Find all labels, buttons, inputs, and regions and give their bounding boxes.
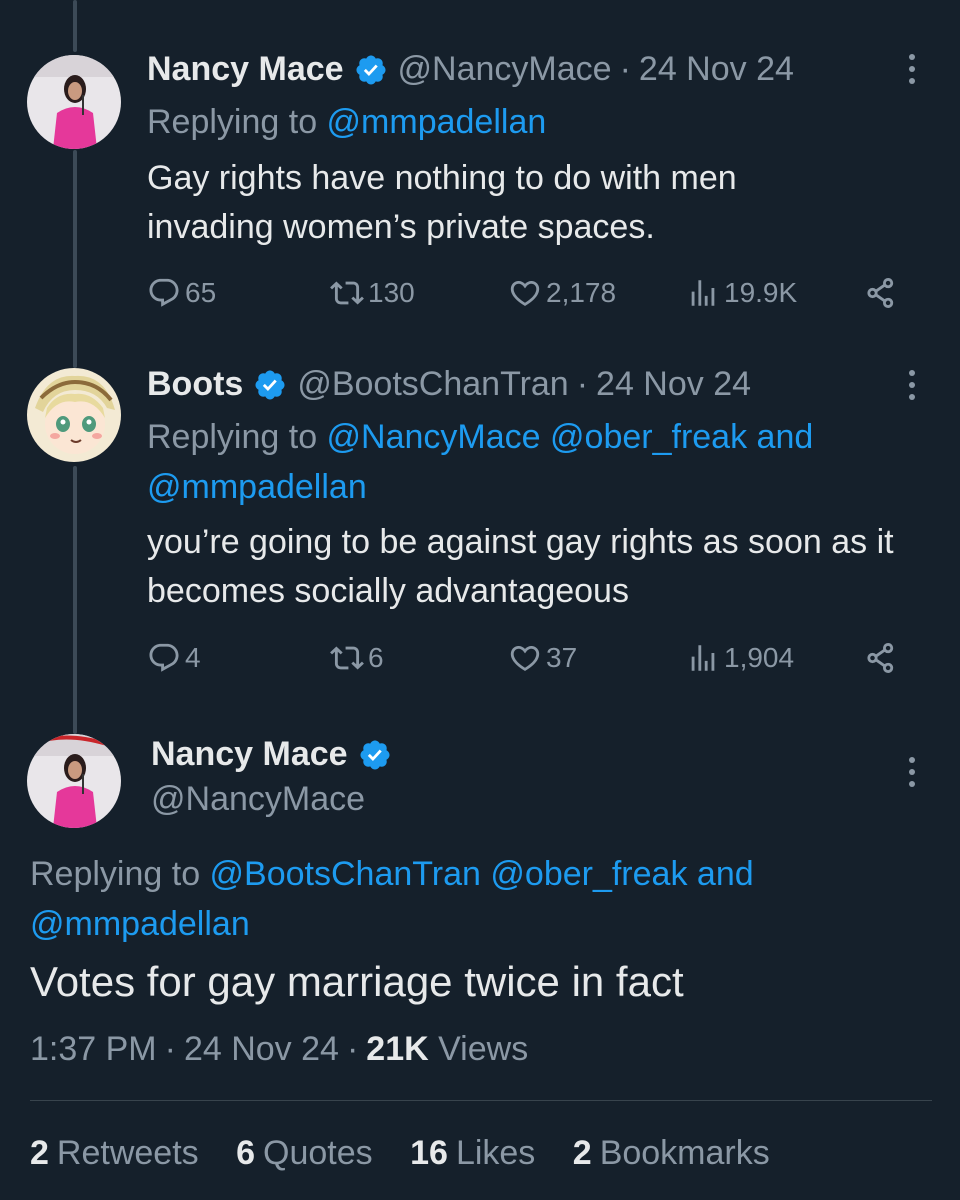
author-name[interactable]: Nancy Mace <box>147 50 344 89</box>
author-name[interactable]: Nancy Mace <box>151 735 348 774</box>
author-name[interactable]: Boots <box>147 365 243 404</box>
share-button[interactable] <box>864 276 902 310</box>
tweet-date[interactable]: 24 Nov 24 <box>639 50 794 89</box>
mention-link[interactable]: @mmpadellan <box>30 905 250 943</box>
share-button[interactable] <box>864 641 902 675</box>
tweet-text: Votes for gay marriage twice in fact <box>30 958 684 1005</box>
separator-dot: · <box>576 365 589 403</box>
author-handle[interactable]: @BootsChanTran <box>297 365 568 404</box>
retweet-count: 6 <box>368 642 384 673</box>
engagement-stats: 2 Retweets 6 Quotes 16 Likes 2 Bookmarks <box>30 1134 798 1173</box>
mention-and: and <box>756 418 814 456</box>
replying-to: Replying to @mmpadellan <box>147 103 547 141</box>
reply-count: 65 <box>185 277 217 308</box>
views-count: 21K <box>366 1030 429 1068</box>
thread-line-top <box>73 0 77 52</box>
mention-link[interactable]: @mmpadellan <box>327 103 547 141</box>
views-icon <box>691 645 715 671</box>
views-count: 19.9K <box>724 277 798 308</box>
share-icon <box>867 642 894 674</box>
thread-line-2 <box>73 466 77 734</box>
views-icon <box>691 280 715 306</box>
more-icon[interactable] <box>908 757 916 787</box>
quotes-stat[interactable]: 6 Quotes <box>236 1134 373 1172</box>
reply-count: 4 <box>185 642 201 673</box>
reply-button[interactable]: 4 <box>147 641 201 675</box>
views-button[interactable]: 19.9K <box>686 276 797 310</box>
more-icon[interactable] <box>908 370 916 400</box>
retweet-icon <box>330 646 364 670</box>
retweet-count: 130 <box>368 277 415 308</box>
verified-badge-icon <box>360 739 390 770</box>
tweet1-header: Nancy Mace @NancyMace · 24 Nov 24 <box>147 50 794 89</box>
verified-badge-icon <box>356 54 386 85</box>
more-icon[interactable] <box>908 54 916 84</box>
reply-icon <box>149 643 179 672</box>
reply-button[interactable]: 65 <box>147 276 216 310</box>
mention-link[interactable]: @BootsChanTran <box>210 855 481 893</box>
mention-link[interactable]: @NancyMace <box>327 418 541 456</box>
avatar-nancy-mace[interactable] <box>27 55 121 149</box>
author-handle[interactable]: @NancyMace <box>398 50 612 89</box>
mention-link[interactable]: @ober_freak <box>550 418 747 456</box>
like-count: 2,178 <box>546 277 617 308</box>
replying-to: Replying to @NancyMace @ober_freak and @m… <box>147 418 814 506</box>
verified-badge-icon <box>255 369 285 400</box>
mention-link[interactable]: @mmpadellan <box>147 468 367 506</box>
divider <box>30 1100 932 1101</box>
views-count: 1,904 <box>724 642 795 673</box>
share-icon <box>867 277 894 309</box>
like-count: 37 <box>546 642 578 673</box>
separator-dot: · <box>619 50 631 88</box>
heart-icon <box>510 645 540 671</box>
like-button[interactable]: 2,178 <box>508 276 616 310</box>
tweet-text: Gay rights have nothing to do with men i… <box>147 159 737 246</box>
mention-link[interactable]: @ober_freak <box>490 855 687 893</box>
retweet-icon <box>330 281 364 305</box>
tweet-time[interactable]: 1:37 PM <box>30 1030 157 1068</box>
tweet-date[interactable]: 24 Nov 24 <box>184 1030 339 1068</box>
retweet-button[interactable]: 6 <box>330 641 384 675</box>
heart-icon <box>510 280 540 306</box>
retweets-stat[interactable]: 2 Retweets <box>30 1134 199 1172</box>
author-handle[interactable]: @NancyMace <box>151 780 365 819</box>
retweet-button[interactable]: 130 <box>330 276 415 310</box>
views-button[interactable]: 1,904 <box>686 641 794 675</box>
replying-to: Replying to @BootsChanTran @ober_freak a… <box>30 855 754 943</box>
tweet-timestamp: 1:37 PM · 24 Nov 24 · 21K Views <box>30 1030 529 1068</box>
mention-and: and <box>696 855 754 893</box>
avatar-boots[interactable] <box>27 368 121 462</box>
main-tweet-header: Nancy Mace <box>151 735 402 774</box>
reply-icon <box>149 278 179 307</box>
thread-line-1 <box>73 150 77 368</box>
likes-stat[interactable]: 16 Likes <box>410 1134 535 1172</box>
avatar-nancy-mace[interactable] <box>27 734 121 828</box>
tweet2-header: Boots @BootsChanTran · 24 Nov 24 <box>147 365 751 404</box>
views-label: Views <box>438 1030 529 1068</box>
like-button[interactable]: 37 <box>508 641 577 675</box>
tweet-date[interactable]: 24 Nov 24 <box>596 365 751 404</box>
bookmarks-stat[interactable]: 2 Bookmarks <box>573 1134 770 1172</box>
tweet-text: you’re going to be against gay rights as… <box>147 523 894 610</box>
